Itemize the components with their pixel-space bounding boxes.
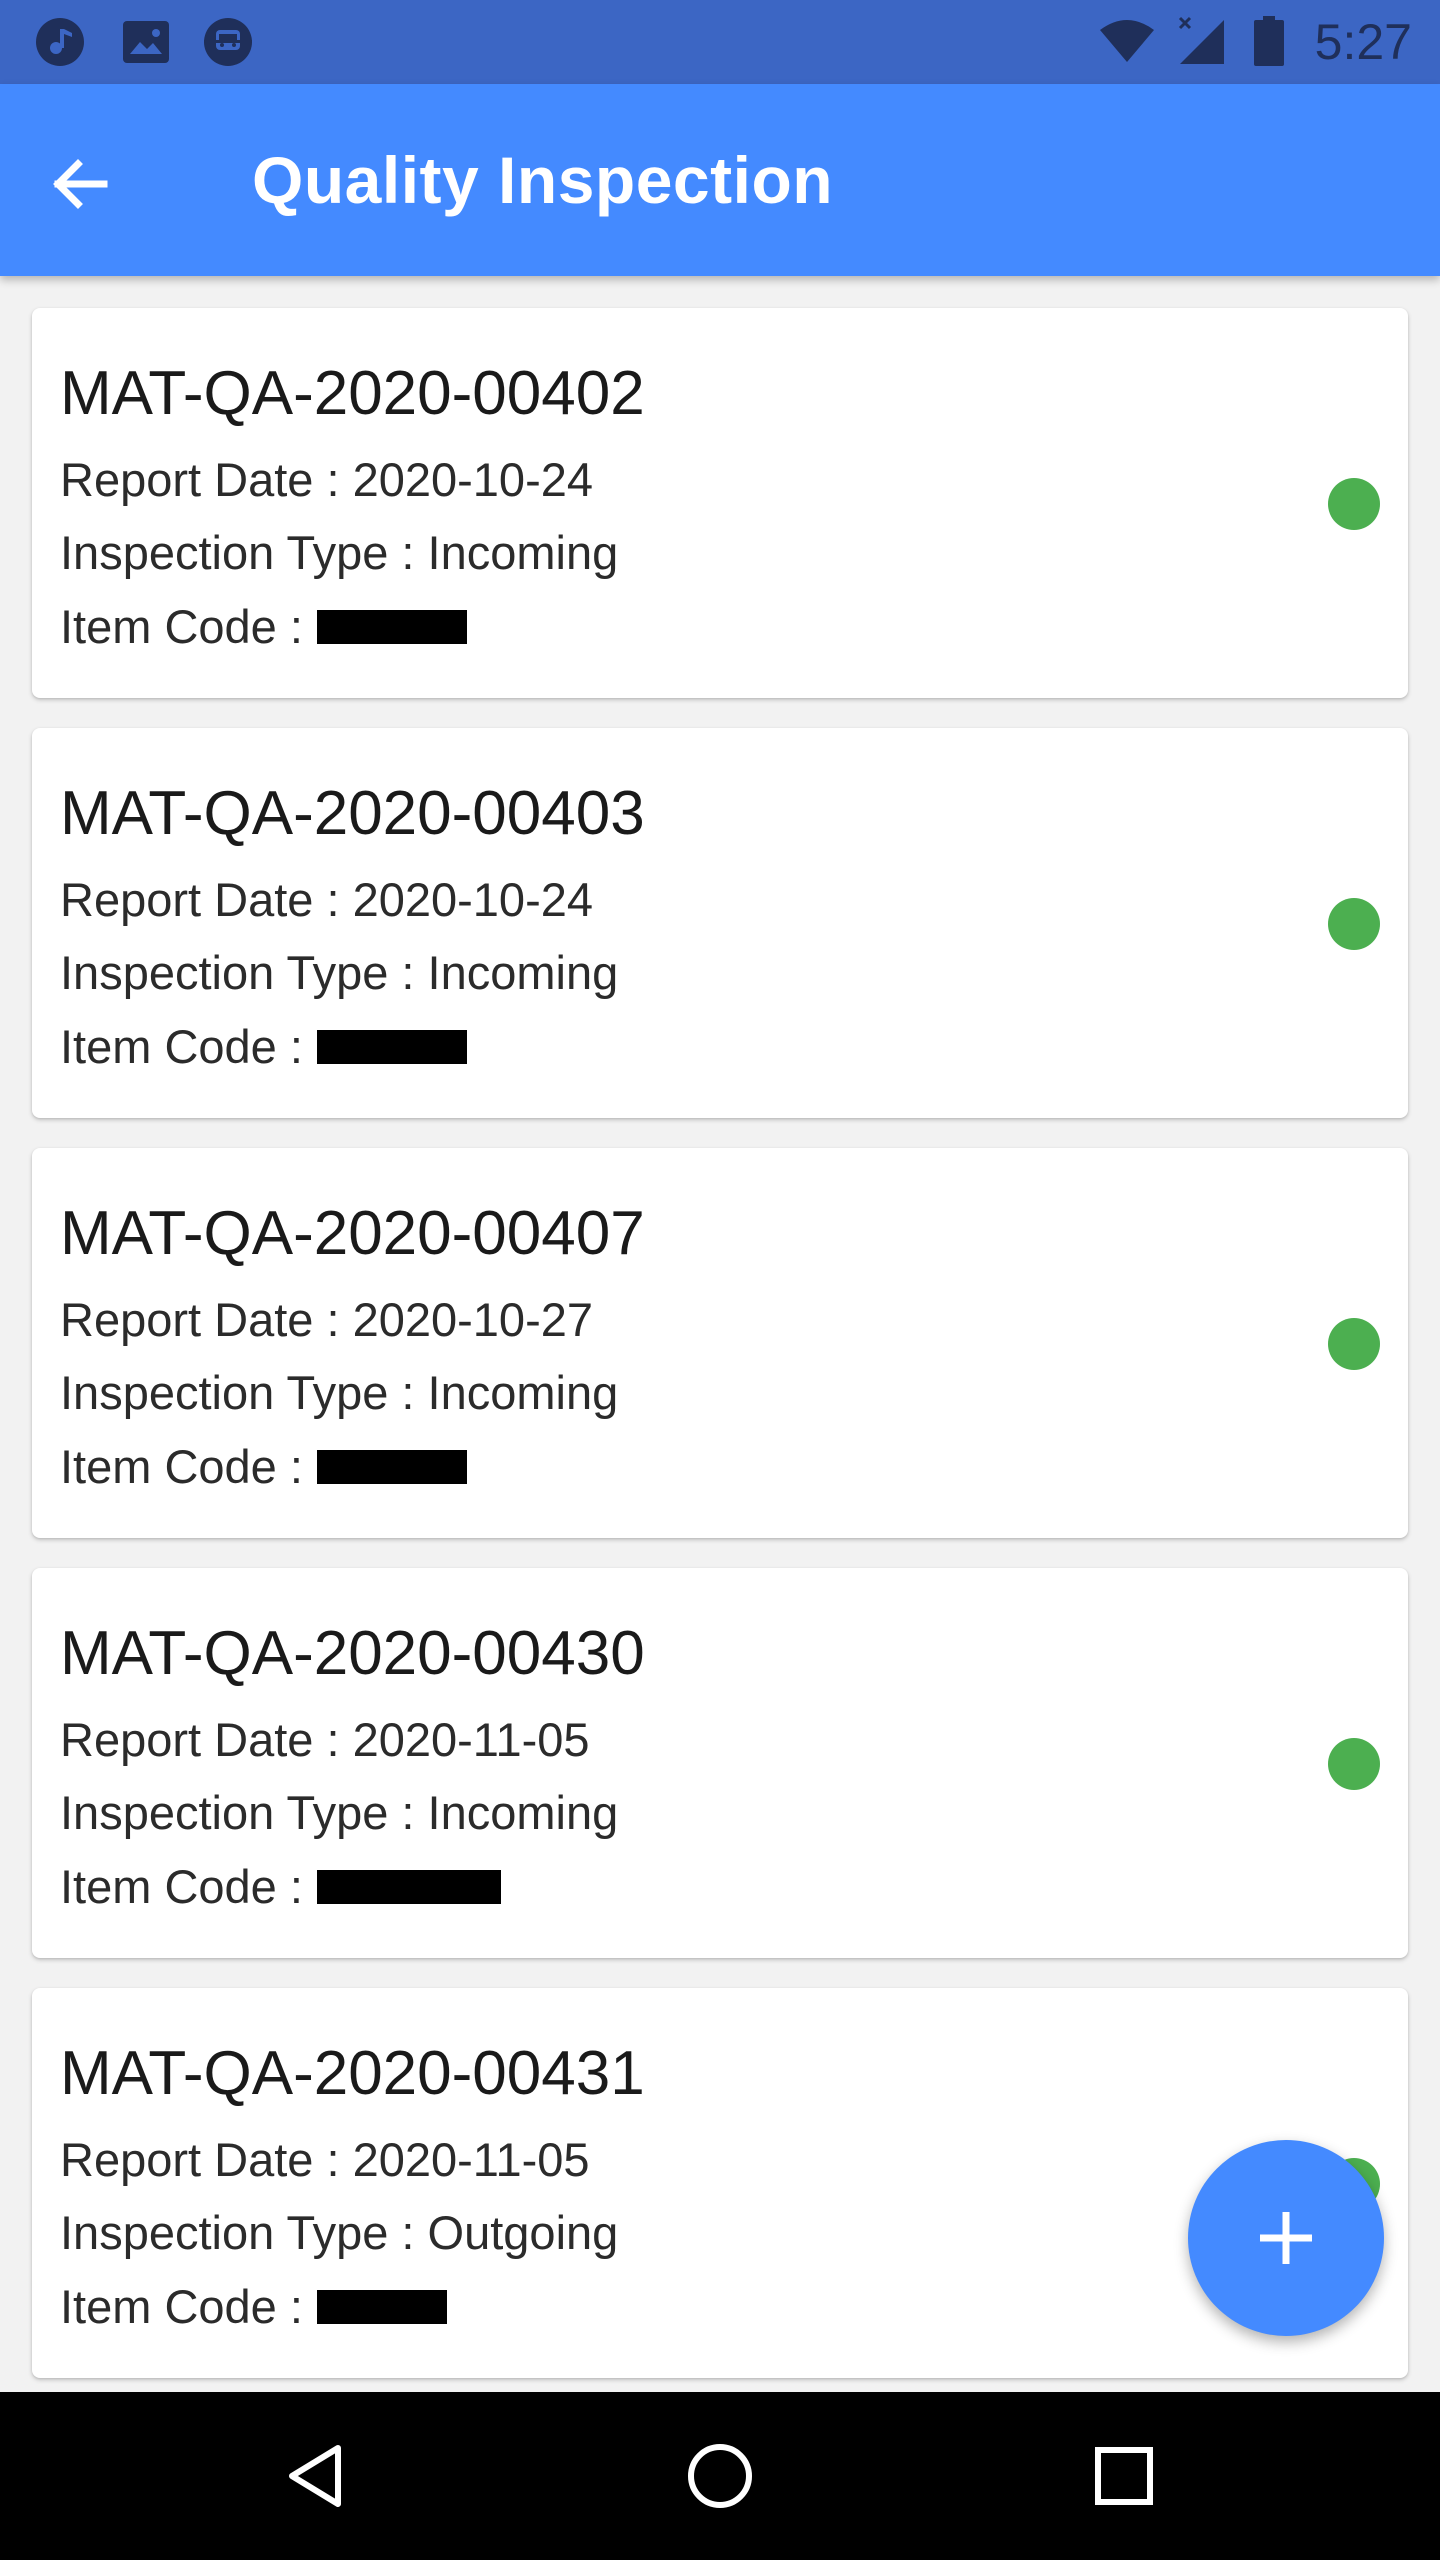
- report-date: Report Date : 2020-10-24: [60, 873, 593, 926]
- item-code-redacted: [316, 1449, 467, 1484]
- status-time: 5:27: [1314, 14, 1412, 70]
- inspection-card[interactable]: MAT-QA-2020-00407 Report Date : 2020-10-…: [32, 1148, 1408, 1538]
- inspection-id: MAT-QA-2020-00430: [60, 1619, 645, 1688]
- inspection-id: MAT-QA-2020-00407: [60, 1199, 645, 1268]
- status-indicator: [1328, 1318, 1380, 1370]
- back-button[interactable]: [30, 134, 130, 234]
- item-code-redacted: [316, 2289, 447, 2324]
- item-code-row: Item Code :: [60, 1018, 467, 1076]
- item-code-label: Item Code :: [60, 1860, 303, 1913]
- inspection-card[interactable]: MAT-QA-2020-00402 Report Date : 2020-10-…: [32, 308, 1408, 698]
- status-indicator: [1328, 898, 1380, 950]
- status-indicator: [1328, 1738, 1380, 1790]
- arrow-back-icon: [53, 159, 108, 209]
- page-title: Quality Inspection: [252, 143, 834, 217]
- battery-icon: [1254, 16, 1284, 66]
- inspection-card[interactable]: MAT-QA-2020-00403 Report Date : 2020-10-…: [32, 728, 1408, 1118]
- nav-recents-icon: [1095, 2447, 1153, 2505]
- report-date: Report Date : 2020-10-24: [60, 453, 593, 506]
- screen: 5:27 Quality Inspection MAT-QA-2020-0040…: [0, 0, 1440, 2560]
- add-icon: [1260, 2212, 1312, 2264]
- inspection-type: Inspection Type : Incoming: [60, 526, 619, 579]
- item-code-redacted: [316, 1029, 467, 1064]
- item-code-row: Item Code :: [60, 598, 467, 656]
- music-note-icon: [36, 18, 84, 66]
- report-date: Report Date : 2020-10-27: [60, 1293, 593, 1346]
- inspection-id: MAT-QA-2020-00431: [60, 2039, 645, 2108]
- report-date: Report Date : 2020-11-05: [60, 2133, 590, 2186]
- nav-home-button[interactable]: [670, 2426, 770, 2526]
- item-code-label: Item Code :: [60, 2280, 303, 2333]
- subway-icon: [204, 18, 252, 66]
- cell-signal-icon: [1178, 16, 1224, 64]
- app-bar: Quality Inspection: [0, 84, 1440, 276]
- inspection-list[interactable]: MAT-QA-2020-00402 Report Date : 2020-10-…: [0, 276, 1440, 2392]
- inspection-type: Inspection Type : Incoming: [60, 1366, 619, 1419]
- item-code-label: Item Code :: [60, 1440, 303, 1493]
- inspection-type: Inspection Type : Outgoing: [60, 2206, 619, 2259]
- inspection-type: Inspection Type : Incoming: [60, 1786, 619, 1839]
- item-code-row: Item Code :: [60, 1858, 501, 1916]
- status-bar: 5:27: [0, 0, 1440, 84]
- item-code-label: Item Code :: [60, 600, 303, 653]
- item-code-redacted: [316, 609, 467, 644]
- wifi-icon: [1100, 20, 1154, 62]
- inspection-card[interactable]: MAT-QA-2020-00430 Report Date : 2020-11-…: [32, 1568, 1408, 1958]
- nav-recents-button[interactable]: [1074, 2426, 1174, 2526]
- inspection-id: MAT-QA-2020-00402: [60, 359, 645, 428]
- report-date: Report Date : 2020-11-05: [60, 1713, 590, 1766]
- item-code-redacted: [316, 1869, 501, 1904]
- item-code-row: Item Code :: [60, 1438, 467, 1496]
- add-inspection-button[interactable]: [1188, 2140, 1384, 2336]
- inspection-type: Inspection Type : Incoming: [60, 946, 619, 999]
- nav-back-button[interactable]: [266, 2426, 366, 2526]
- nav-back-icon: [289, 2445, 341, 2507]
- item-code-label: Item Code :: [60, 1020, 303, 1073]
- inspection-card[interactable]: MAT-QA-2020-00431 Report Date : 2020-11-…: [32, 1988, 1408, 2378]
- status-indicator: [1328, 478, 1380, 530]
- item-code-row: Item Code :: [60, 2278, 447, 2336]
- nav-home-icon: [688, 2444, 752, 2508]
- inspection-id: MAT-QA-2020-00403: [60, 779, 645, 848]
- navigation-bar: [0, 2392, 1440, 2560]
- image-icon: [123, 21, 169, 63]
